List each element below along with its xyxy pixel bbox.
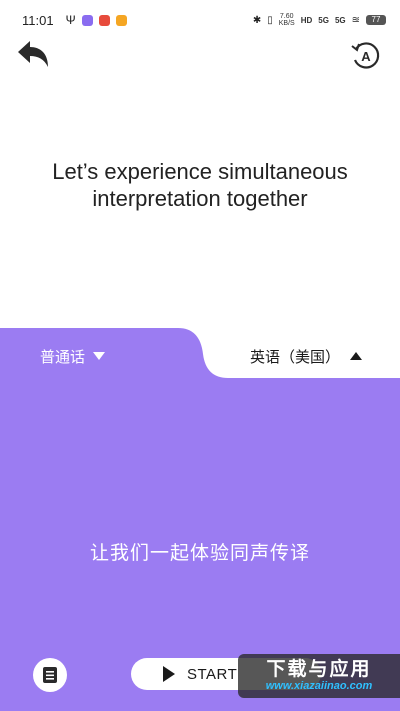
app-notification-icon: [81, 14, 93, 26]
vibrate-icon: ▯: [267, 14, 273, 26]
signal-5g-2: 5G: [334, 15, 346, 25]
target-language-selector[interactable]: 英语（美国）: [250, 344, 362, 368]
intro-heading: Let’s experience simultaneous interpreta…: [20, 158, 380, 212]
watermark: 下载与应用 www.xiazaiinao.com: [238, 654, 400, 698]
status-time: 11:01: [22, 12, 54, 28]
svg-text:A: A: [361, 49, 371, 64]
target-language-label: 英语（美国）: [249, 348, 340, 366]
auto-translate-button[interactable]: A: [350, 40, 382, 72]
signal-5g-1: 5G: [318, 15, 329, 25]
source-language-label: 普通话: [40, 348, 86, 366]
back-arrow-icon: [18, 41, 48, 67]
hd-badge: HD: [300, 15, 313, 25]
net-speed-value: 7.60: [279, 13, 294, 20]
net-speed-unit: KB/S: [278, 20, 295, 27]
source-language-selector[interactable]: 普通话: [40, 344, 106, 368]
start-label: START: [187, 665, 238, 683]
play-icon: [163, 666, 175, 682]
status-bar: 11:01 Ψ ✱ ▯ 7.60 KB/S HD 5G 5G ≊ 77: [0, 0, 400, 40]
intro-line-2: interpretation together: [92, 186, 308, 211]
news-app-icon: [98, 14, 110, 26]
intro-line-1: Let’s experience simultaneous: [52, 159, 348, 184]
battery-indicator: 77: [366, 15, 386, 25]
net-speed: 7.60 KB/S: [279, 13, 295, 27]
notes-button[interactable]: [33, 658, 67, 692]
back-button[interactable]: [14, 36, 54, 76]
status-left: 11:01 Ψ: [22, 13, 127, 28]
usb-icon: Ψ: [65, 13, 76, 27]
wifi-icon: ≊: [351, 14, 360, 26]
watermark-url: www.xiazaiinao.com: [265, 679, 373, 692]
watermark-title: 下载与应用: [266, 658, 372, 680]
status-right: ✱ ▯ 7.60 KB/S HD 5G 5G ≊ 77: [253, 13, 386, 27]
video-app-icon: [115, 14, 127, 26]
bluetooth-icon: ✱: [252, 14, 262, 26]
caret-up-icon: [350, 352, 362, 360]
caret-down-icon: [93, 352, 106, 360]
auto-translate-icon: A: [351, 42, 380, 69]
document-icon: [43, 667, 57, 683]
panel-prompt-text: 让我们一起体验同声传译: [89, 543, 310, 564]
